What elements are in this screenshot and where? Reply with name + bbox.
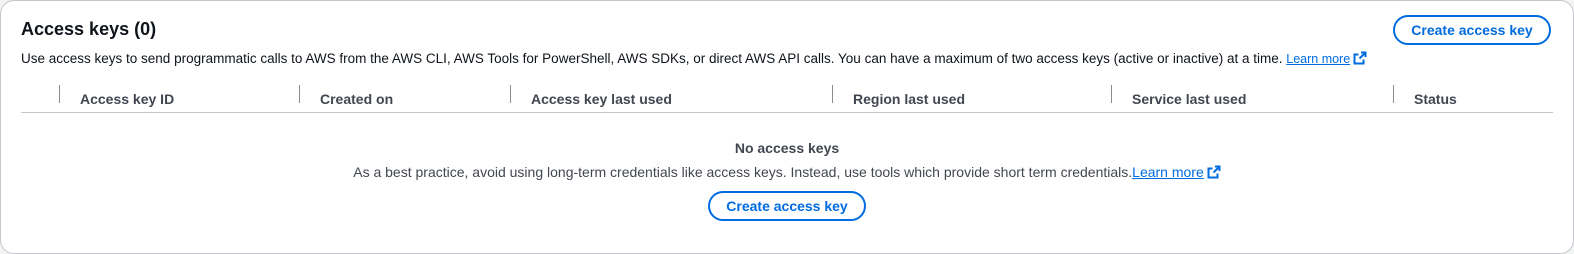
column-header-service-last-used[interactable]: Service last used [1132, 87, 1246, 111]
empty-state-create-access-key-button[interactable]: Create access key [708, 191, 866, 221]
access-keys-panel: Access keys (0) Create access key Use ac… [0, 0, 1574, 254]
panel-header: Access keys (0) Create access key [21, 15, 1553, 45]
empty-state-title: No access keys [734, 140, 840, 156]
panel-description: Use access keys to send programmatic cal… [21, 51, 1367, 67]
access-keys-table-header: Access key ID Created on Access key last… [21, 83, 1553, 113]
empty-state-actions: Create access key [1, 191, 1573, 221]
description-text: Use access keys to send programmatic cal… [21, 51, 1283, 66]
create-access-key-button[interactable]: Create access key [1393, 15, 1551, 45]
column-divider[interactable] [59, 85, 60, 103]
learn-more-label: Learn more [1286, 52, 1351, 66]
column-divider[interactable] [299, 85, 300, 103]
column-header-created-on[interactable]: Created on [320, 87, 393, 111]
column-divider[interactable] [832, 85, 833, 103]
empty-state-learn-more-label: Learn more [1132, 164, 1204, 180]
column-header-access-key-last-used[interactable]: Access key last used [531, 87, 672, 111]
empty-state-learn-more-link[interactable]: Learn more [1132, 164, 1221, 180]
external-link-icon [1207, 165, 1221, 179]
column-header-status[interactable]: Status [1414, 87, 1457, 111]
panel-title: Access keys (0) [21, 19, 157, 39]
external-link-icon [1353, 51, 1367, 65]
column-divider[interactable] [1393, 85, 1394, 103]
column-divider[interactable] [1111, 85, 1112, 103]
empty-state: No access keys As a best practice, avoid… [1, 139, 1573, 221]
column-header-region-last-used[interactable]: Region last used [853, 87, 965, 111]
empty-state-description: As a best practice, avoid using long-ter… [1, 163, 1573, 181]
column-divider[interactable] [510, 85, 511, 103]
learn-more-link[interactable]: Learn more [1286, 51, 1367, 66]
column-header-access-key-id[interactable]: Access key ID [80, 87, 174, 111]
empty-state-text: As a best practice, avoid using long-ter… [353, 164, 1133, 180]
